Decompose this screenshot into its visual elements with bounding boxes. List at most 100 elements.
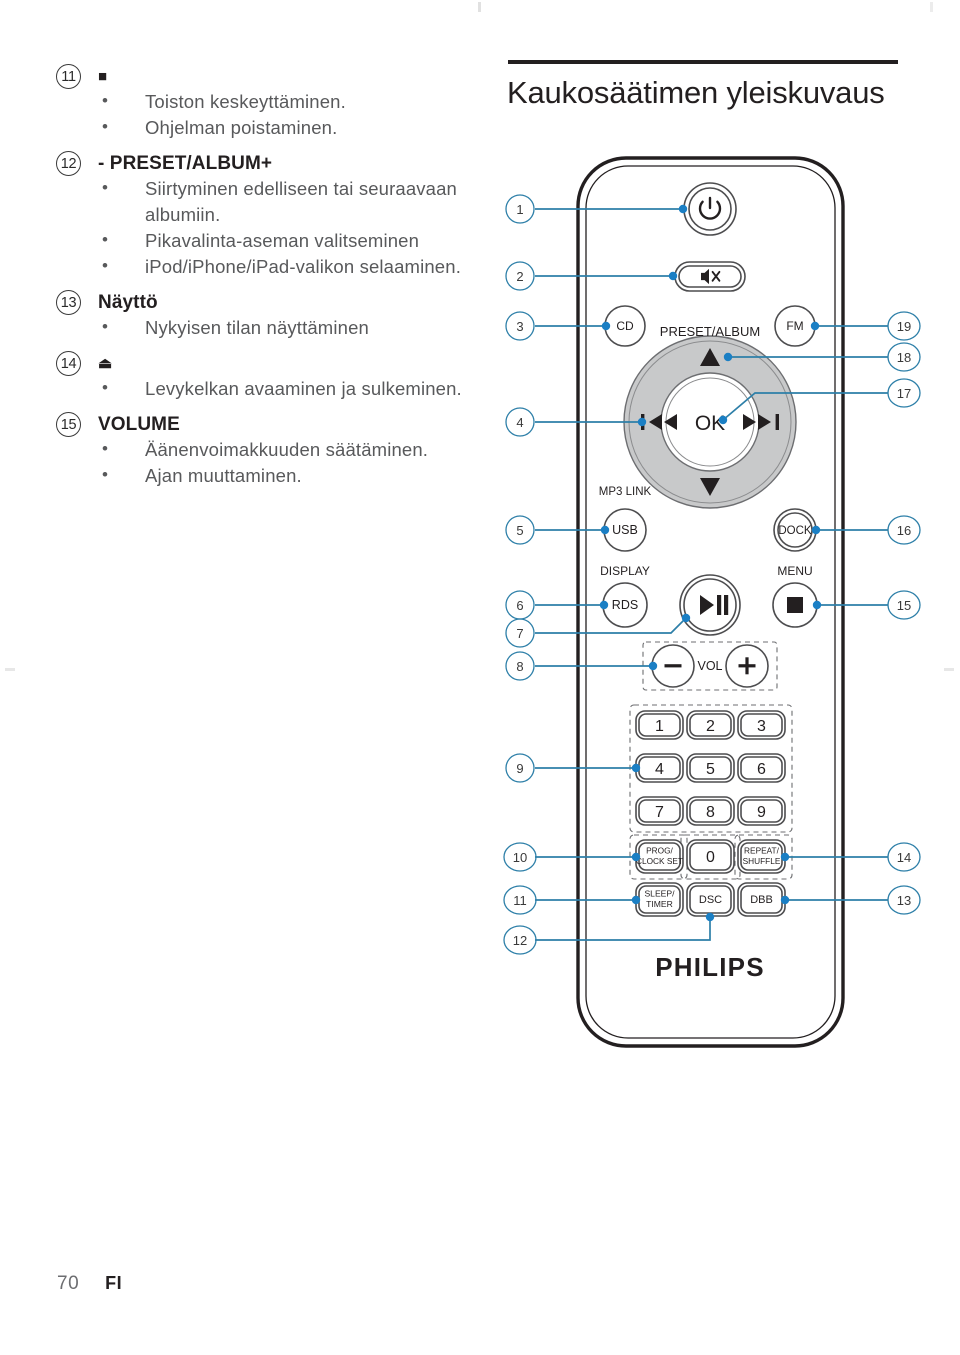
power-button[interactable]	[683, 182, 737, 236]
legend-entry-number: 15	[56, 412, 81, 437]
key-6[interactable]: 6	[737, 753, 786, 783]
language-code: FI	[105, 1273, 123, 1293]
svg-text:0: 0	[706, 849, 715, 866]
mp3-link-label: MP3 LINK	[599, 486, 652, 498]
play-pause-button[interactable]	[679, 574, 741, 636]
section-rule	[508, 60, 898, 64]
svg-text:4: 4	[516, 415, 523, 430]
legend-entry-heading: Näyttö	[98, 292, 158, 313]
key-3[interactable]: 3	[737, 710, 786, 740]
ok-button[interactable]: OK	[695, 412, 725, 435]
legend-bullet: Levykelkan avaaminen ja sulkeminen.	[98, 375, 466, 402]
volume-down-button[interactable]	[651, 644, 695, 688]
svg-text:13: 13	[897, 893, 911, 908]
svg-text:5: 5	[516, 523, 523, 538]
svg-text:DOCK: DOCK	[778, 525, 812, 537]
legend-entry-bullets: Nykyisen tilan näyttäminen	[98, 314, 466, 341]
vol-label: VOL	[697, 659, 722, 673]
legend-bullet: Äänenvoimakkuuden säätäminen.	[98, 436, 466, 463]
dock-button[interactable]: DOCK	[773, 508, 817, 552]
svg-text:9: 9	[516, 761, 523, 776]
legend-entry-bullets: Äänenvoimakkuuden säätäminen.Ajan muutta…	[98, 436, 466, 489]
svg-text:CD: CD	[616, 319, 634, 333]
usb-button[interactable]: USB	[603, 508, 647, 552]
rds-button[interactable]: RDS	[602, 582, 648, 628]
legend-entry-number: 11	[56, 64, 81, 89]
svg-text:CLOCK SET: CLOCK SET	[636, 856, 683, 866]
svg-text:12: 12	[513, 933, 527, 948]
crop-mark-top	[478, 2, 481, 12]
right-column: Kaukosäätimen yleiskuvaus	[505, 60, 915, 112]
svg-text:DSC: DSC	[699, 894, 722, 906]
legend-entry-number: 13	[56, 290, 81, 315]
svg-text:TIMER: TIMER	[646, 899, 673, 909]
callout-badges-right: 19 18 17 16 15 14 13	[887, 311, 921, 915]
svg-text:SHUFFLE: SHUFFLE	[743, 856, 781, 866]
svg-text:17: 17	[897, 386, 911, 401]
key-0[interactable]: 0	[686, 839, 735, 874]
legend-bullet: Ohjelman poistaminen.	[98, 114, 466, 141]
svg-text:REPEAT/: REPEAT/	[744, 846, 780, 856]
svg-text:7: 7	[655, 804, 664, 821]
svg-text:10: 10	[513, 850, 527, 865]
svg-text:11: 11	[513, 893, 527, 908]
callout-badges-left: 1 2 3 4 5 6 7 8 9 10 11 12	[503, 194, 537, 955]
svg-text:19: 19	[897, 319, 911, 334]
page-title: Kaukosäätimen yleiskuvaus	[507, 75, 885, 110]
legend-entry-heading: - PRESET/ALBUM+	[98, 153, 273, 174]
legend-entry-bullets: Toiston keskeyttäminen.Ohjelman poistami…	[98, 88, 466, 141]
svg-text:6: 6	[757, 761, 766, 778]
legend-bullet: iPod/iPhone/iPad-valikon selaaminen.	[98, 253, 466, 280]
fm-button[interactable]: FM	[774, 305, 816, 347]
key-8[interactable]: 8	[686, 796, 735, 826]
legend-entry-heading: ■	[98, 68, 108, 85]
key-9[interactable]: 9	[737, 796, 786, 826]
crop-mark-right	[944, 668, 954, 671]
legend-entry-number: 14	[56, 351, 81, 376]
key-5[interactable]: 5	[686, 753, 735, 783]
svg-text:USB: USB	[612, 523, 638, 537]
legend-entry: 15 VOLUMEÄänenvoimakkuuden säätäminen.Aja…	[56, 412, 466, 489]
legend-entry-bullets: Siirtyminen edelliseen tai seuraavaan al…	[98, 175, 466, 280]
key-7[interactable]: 7	[635, 796, 684, 826]
svg-text:14: 14	[897, 850, 911, 865]
stop-button[interactable]	[772, 582, 818, 628]
prog-clock-set-button[interactable]: PROG/ CLOCK SET	[635, 839, 684, 874]
legend-entry-heading: VOLUME	[98, 414, 180, 435]
crop-mark-top-right	[930, 2, 933, 12]
legend-entry-heading: ⏏	[98, 355, 113, 372]
key-4[interactable]: 4	[635, 753, 684, 783]
svg-text:6: 6	[516, 598, 523, 613]
crop-mark-left	[5, 668, 15, 671]
legend-entry-bullets: Levykelkan avaaminen ja sulkeminen.	[98, 375, 466, 402]
volume-up-button[interactable]	[725, 644, 769, 688]
svg-text:8: 8	[706, 804, 715, 821]
legend-bullet: Pikavalinta-aseman valitseminen	[98, 227, 466, 254]
dsc-button[interactable]: DSC	[686, 882, 735, 917]
svg-text:8: 8	[516, 659, 523, 674]
svg-text:18: 18	[897, 350, 911, 365]
key-2[interactable]: 2	[686, 710, 735, 740]
legend-entry-number: 12	[56, 151, 81, 176]
menu-label: MENU	[777, 564, 812, 578]
dbb-button[interactable]: DBB	[737, 882, 786, 917]
key-1[interactable]: 1	[635, 710, 684, 740]
philips-logo: PHILIPS	[655, 952, 765, 982]
legend-entry: 11 ■ Toiston keskeyttäminen.Ohjelman poist…	[56, 64, 466, 141]
svg-text:RDS: RDS	[612, 598, 638, 612]
svg-text:9: 9	[757, 804, 766, 821]
repeat-shuffle-button[interactable]: REPEAT/ SHUFFLE	[737, 839, 786, 874]
svg-text:1: 1	[655, 718, 664, 735]
svg-text:3: 3	[757, 718, 766, 735]
legend-list: 11 ■ Toiston keskeyttäminen.Ohjelman poist…	[56, 64, 466, 493]
legend-entry: 14 ⏏ Levykelkan avaaminen ja sulkeminen.	[56, 351, 466, 402]
legend-bullet: Siirtyminen edelliseen tai seuraavaan al…	[98, 175, 466, 228]
cd-button[interactable]: CD	[604, 305, 646, 347]
svg-text:15: 15	[897, 598, 911, 613]
legend-bullet: Toiston keskeyttäminen.	[98, 88, 466, 115]
svg-text:5: 5	[706, 761, 715, 778]
svg-text:16: 16	[897, 523, 911, 538]
sleep-timer-button[interactable]: SLEEP/ TIMER	[635, 882, 684, 917]
mute-button[interactable]	[674, 261, 746, 292]
svg-text:4: 4	[655, 761, 664, 778]
